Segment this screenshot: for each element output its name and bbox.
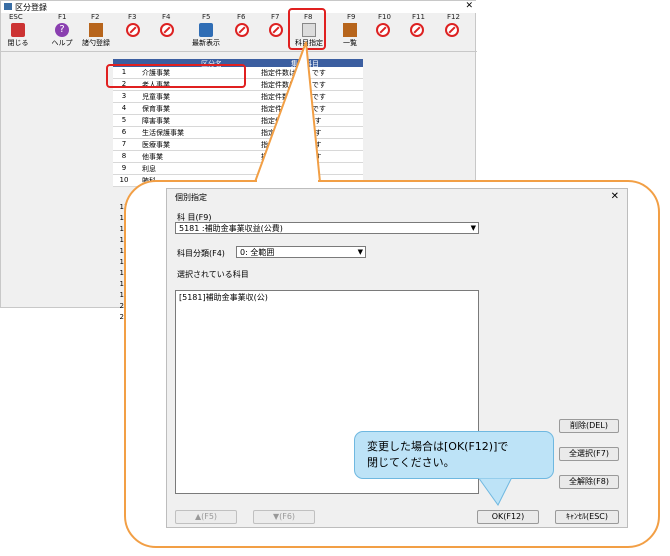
tooltip-pointer-cover — [479, 476, 511, 479]
